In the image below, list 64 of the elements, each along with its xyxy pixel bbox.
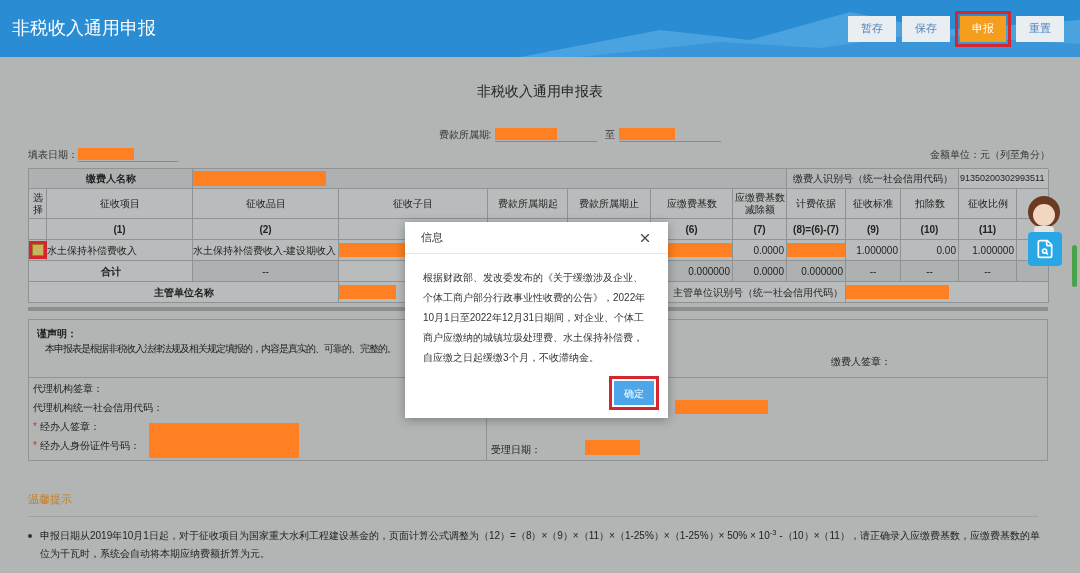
document-search-icon [1035,239,1055,259]
table-cell: -- [901,261,959,282]
table-cell: (1) [47,219,193,240]
column-header: 征收子目 [339,189,488,219]
toolbar-button[interactable]: 保存 [902,15,950,42]
column-header: 扣除数 [901,189,959,219]
payer-seal-label: 缴费人签章： [831,355,891,369]
column-header: 征收项目 [47,189,193,219]
bullet-icon [28,533,32,538]
date-field[interactable] [78,146,178,162]
signature-label: 代理机构签章： [33,382,104,395]
table-cell: (10) [901,219,959,240]
redaction-block [339,285,396,299]
page-title: 非税收入通用申报 [12,17,156,40]
column-header: 费款所属期起 [488,189,568,219]
redaction-block [495,127,558,140]
column-header: 计费依据 [787,189,846,219]
table-cell: (7) [733,219,787,240]
table-cell: -- [959,261,1017,282]
scrollbar-thumb[interactable] [1072,245,1077,287]
table-cell: 缴费人识别号（统一社会信用代码） [787,169,959,189]
toolbar-button[interactable]: 重置 [1016,15,1064,42]
column-header: 应缴费基数减除额 [733,189,787,219]
column-header: 征收比例 [959,189,1017,219]
signature-label: * 经办人身份证件号码： [33,439,141,452]
signature-label: * 经办人签章： [33,420,101,433]
dialog-title: 信息 [421,230,443,246]
dialog-message: 根据财政部、发改委发布的《关于缓缴涉及企业、个体工商户部分行政事业性收费的公告》，2022年10月1日至2022年12月31日期间，对企业、个体工商户应缴纳的城镇垃圾处理费、水土保持补偿费，自应缴之日起缓缴3个月，不收滞纳金。 [423,271,647,365]
table-cell: -- [846,261,901,282]
form-title: 非税收入通用申报表 [476,82,604,101]
redaction-block [619,127,676,140]
table-cell: 水土保持补偿费收入 [47,240,193,261]
column-header: 征收品目 [193,189,339,219]
table-cell: (2) [193,219,339,240]
table-cell: (8)=(6)-(7) [787,219,846,240]
table-cell: 0.0000 [733,261,787,282]
table-cell: -- [193,261,339,282]
redaction-block [78,147,134,160]
tip-text: 申报日期从2019年10月1日起，对于征收项目为国家重大水利工程建设基金的，页面计算公式调整为（12）=（8）×（9）×（11）×（1-25%）×（1-25%）× 50% × 10$^{-3}$ -（10）×（11），请正确录入应缴费基数，应缴费基数的单位为千瓦时，系统会自动将本期应纳费额折算为元。 [40,526,1041,561]
signature-label: 代理机构统一社会信用代码： [33,401,164,414]
table-cell: 缴费人名称 [29,169,193,189]
toolbar-button[interactable]: 暂存 [848,15,896,42]
column-header: 征收标准 [846,189,901,219]
field-label: 至 [605,128,616,142]
row-checkbox[interactable] [31,244,44,256]
column-header: 应缴费基数 [651,189,733,219]
accept-date-label: 受理日期： [491,443,541,457]
table-cell: 0.000000 [787,261,846,282]
declaration-text: 本申报表是根据非税收入法律法规及相关规定填报的，内容是真实的、可靠的、完整的。 [45,342,396,356]
tips-title: 温馨提示 [28,491,1038,517]
declaration-heading: 谨声明： [37,327,77,341]
date-field[interactable] [495,126,598,142]
table-cell: 合计 [29,261,193,282]
table-cell: 主管单位名称 [29,282,339,303]
field-label: 费款所属期: [438,128,492,142]
column-header: 选择 [29,189,47,219]
table-cell: 91350200302993511 [959,169,1049,189]
table-cell: (9) [846,219,901,240]
field-label: 填表日期： [28,148,78,162]
date-field[interactable] [619,126,722,142]
table-cell: (11) [959,219,1017,240]
redaction-block [585,440,640,455]
column-header: 费款所属期止 [568,189,651,219]
unit-note: 金额单位：元（列至角分） [930,148,1050,162]
